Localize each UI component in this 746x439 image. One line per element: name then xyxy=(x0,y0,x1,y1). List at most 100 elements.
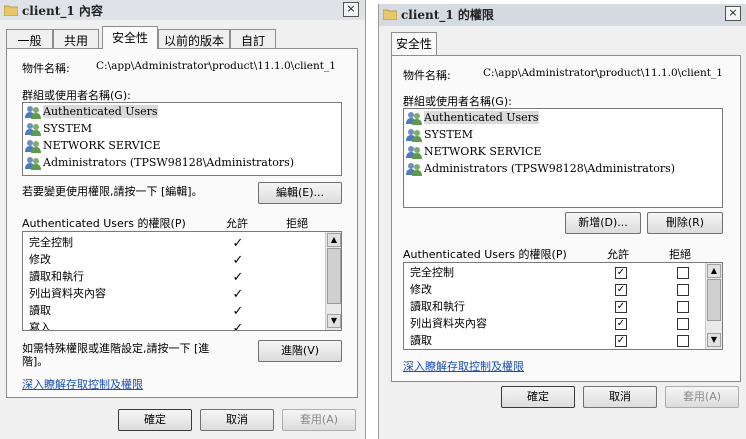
allow-check-icon: ✓ xyxy=(232,287,244,302)
user-list[interactable]: Authenticated Users SYSTEM NETWORK SERVI… xyxy=(22,102,342,176)
permissions-scrollbar[interactable]: ▲ ▼ xyxy=(325,232,341,330)
permission-row: 列出資料夾內容 xyxy=(29,285,106,302)
object-name-label: 物件名稱: xyxy=(403,69,451,82)
permissions-list[interactable]: 完全控制 ✓ 修改 ✓ 讀取和執行 ✓ 列出資料夾內容 ✓ 讀取 ✓ ▲ ▼ xyxy=(403,262,723,350)
list-item[interactable]: SYSTEM xyxy=(25,120,92,137)
permission-name: 修改 xyxy=(29,253,51,266)
list-item[interactable]: NETWORK SERVICE xyxy=(406,143,542,160)
allow-checkbox[interactable]: ✓ xyxy=(615,335,627,347)
list-item[interactable]: SYSTEM xyxy=(406,126,473,143)
group-label: 群組或使用者名稱(G): xyxy=(22,89,131,102)
scroll-up-icon[interactable]: ▲ xyxy=(327,233,341,247)
tab-general[interactable]: 一般 xyxy=(6,29,53,48)
edit-button[interactable]: 編輯(E)... xyxy=(258,182,342,204)
permissions-dialog: client_1 的權限 × 安全性 物件名稱: C:\app\Administ… xyxy=(378,4,746,439)
user-group-icon xyxy=(25,157,41,170)
title-bar[interactable]: client_1 內容 × xyxy=(0,0,365,20)
ok-button[interactable]: 確定 xyxy=(501,386,575,408)
deny-checkbox[interactable] xyxy=(677,335,689,347)
list-item[interactable]: Authenticated Users xyxy=(25,103,158,120)
folder-icon xyxy=(383,9,397,20)
cancel-button[interactable]: 取消 xyxy=(583,386,657,408)
add-button[interactable]: 新增(D)... xyxy=(565,212,641,234)
object-path: C:\app\Administrator\product\11.1.0\clie… xyxy=(483,67,723,79)
learn-more-link[interactable]: 深入瞭解存取控制及權限 xyxy=(22,376,143,392)
object-name-label: 物件名稱: xyxy=(22,62,70,75)
remove-button[interactable]: 刪除(R) xyxy=(647,212,723,234)
user-name: NETWORK SERVICE xyxy=(43,139,161,152)
advanced-hint-line1: 如需特殊權限或進階設定,請按一下 [進 xyxy=(22,342,210,355)
allow-check-icon: ✓ xyxy=(232,304,244,319)
allow-check-icon: ✓ xyxy=(232,253,244,268)
list-item[interactable]: Administrators (TPSW98128\Administrators… xyxy=(25,154,294,171)
list-item[interactable]: Administrators (TPSW98128\Administrators… xyxy=(406,160,675,177)
tab-security[interactable]: 安全性 xyxy=(102,26,158,49)
permission-name: 讀取 xyxy=(410,334,432,347)
deny-checkbox[interactable] xyxy=(677,301,689,313)
scroll-up-icon[interactable]: ▲ xyxy=(707,264,721,278)
deny-checkbox[interactable] xyxy=(677,284,689,296)
close-button[interactable]: × xyxy=(343,2,359,17)
properties-dialog: client_1 內容 × 一般 共用 安全性 以前的版本 自訂 物件名稱: C… xyxy=(0,0,366,439)
apply-button[interactable]: 套用(A) xyxy=(282,409,356,431)
cancel-button[interactable]: 取消 xyxy=(200,409,274,431)
close-button[interactable]: × xyxy=(725,6,741,21)
ok-button[interactable]: 確定 xyxy=(118,409,192,431)
advanced-button[interactable]: 進階(V) xyxy=(258,340,342,362)
scroll-down-icon[interactable]: ▼ xyxy=(707,333,721,347)
permissions-list[interactable]: 完全控制 ✓ 修改 ✓ 讀取和執行 ✓ 列出資料夾內容 ✓ 讀取 ✓ 寫入 ✓ … xyxy=(22,231,342,331)
user-name: NETWORK SERVICE xyxy=(424,145,542,158)
list-item[interactable]: Authenticated Users xyxy=(406,109,539,126)
allow-checkbox[interactable]: ✓ xyxy=(615,267,627,279)
window-title: client_1 的權限 xyxy=(401,8,494,22)
deny-checkbox[interactable] xyxy=(677,267,689,279)
permission-row: 列出資料夾內容 xyxy=(410,315,487,332)
permission-name: 列出資料夾內容 xyxy=(29,287,106,300)
allow-header: 允許 xyxy=(607,248,629,261)
permission-name: 讀取和執行 xyxy=(29,270,84,283)
tab-sharing[interactable]: 共用 xyxy=(53,29,99,48)
permissions-label: Authenticated Users 的權限(P) xyxy=(22,217,186,230)
scroll-thumb[interactable] xyxy=(707,279,721,321)
permission-row: 寫入 xyxy=(29,319,51,331)
edit-hint: 若要變更使用權限,請按一下 [編輯]。 xyxy=(22,185,203,198)
group-label: 群組或使用者名稱(G): xyxy=(403,95,512,108)
user-group-icon xyxy=(25,106,41,119)
learn-more-link[interactable]: 深入瞭解存取控制及權限 xyxy=(403,358,524,374)
allow-checkbox[interactable]: ✓ xyxy=(615,284,627,296)
user-name: Administrators (TPSW98128\Administrators… xyxy=(43,156,295,169)
deny-checkbox[interactable] xyxy=(677,318,689,330)
permission-name: 列出資料夾內容 xyxy=(410,317,487,330)
allow-check-icon: ✓ xyxy=(232,270,244,285)
user-list[interactable]: Authenticated Users SYSTEM NETWORK SERVI… xyxy=(403,108,723,208)
permission-name: 讀取 xyxy=(29,304,51,317)
list-item[interactable]: NETWORK SERVICE xyxy=(25,137,161,154)
user-group-icon xyxy=(406,146,422,159)
user-name: Authenticated Users xyxy=(424,111,539,124)
permission-row: 完全控制 xyxy=(29,234,73,251)
permission-row: 讀取 xyxy=(29,302,51,319)
user-group-icon xyxy=(406,112,422,125)
permissions-scrollbar[interactable]: ▲ ▼ xyxy=(705,263,722,349)
object-path: C:\app\Administrator\product\11.1.0\clie… xyxy=(96,60,336,72)
user-name: Administrators (TPSW98128\Administrators… xyxy=(424,162,676,175)
allow-checkbox[interactable]: ✓ xyxy=(615,318,627,330)
tab-previous-versions[interactable]: 以前的版本 xyxy=(158,29,230,48)
scroll-thumb[interactable] xyxy=(327,248,341,304)
permission-name: 寫入 xyxy=(29,321,51,331)
tab-custom[interactable]: 自訂 xyxy=(230,29,276,48)
permission-row: 修改 xyxy=(29,251,51,268)
user-group-icon xyxy=(406,163,422,176)
title-bar[interactable]: client_1 的權限 × xyxy=(379,4,746,26)
permission-row: 完全控制 xyxy=(410,264,454,281)
window-title: client_1 內容 xyxy=(22,4,103,18)
allow-check-icon: ✓ xyxy=(232,236,244,251)
user-name: SYSTEM xyxy=(43,122,92,135)
permission-name: 修改 xyxy=(410,283,432,296)
user-group-icon xyxy=(406,129,422,142)
apply-button[interactable]: 套用(A) xyxy=(665,386,739,408)
allow-checkbox[interactable]: ✓ xyxy=(615,301,627,313)
tab-security[interactable]: 安全性 xyxy=(391,32,437,55)
permissions-label: Authenticated Users 的權限(P) xyxy=(403,248,567,261)
scroll-down-icon[interactable]: ▼ xyxy=(327,314,341,328)
